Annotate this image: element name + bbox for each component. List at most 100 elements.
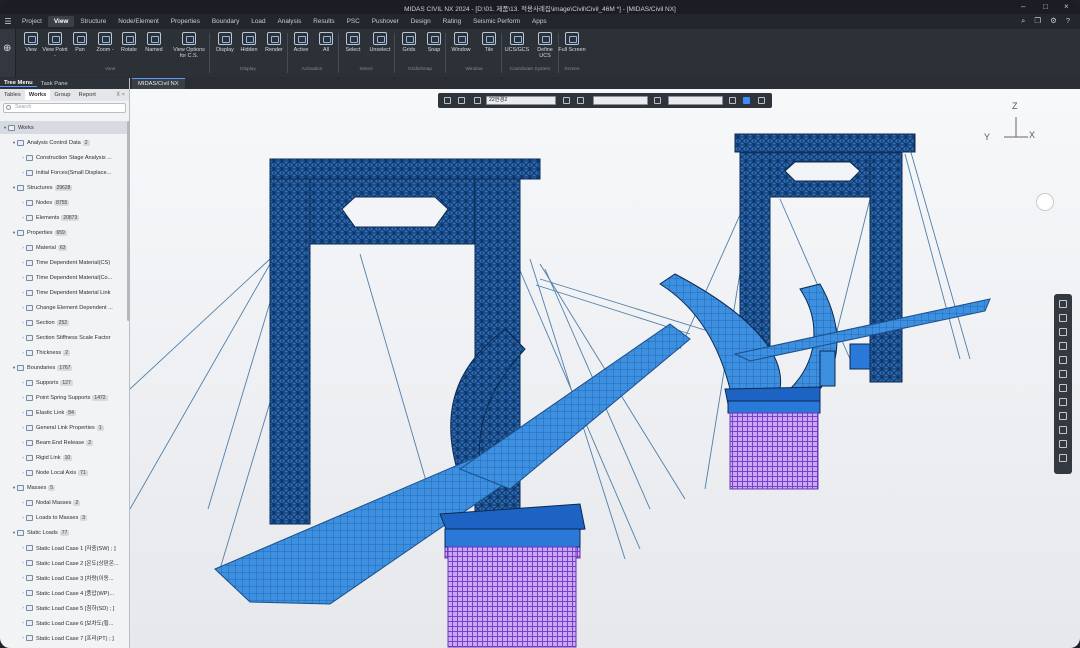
tab-task-pane[interactable]: Task Pane <box>37 81 72 87</box>
tree-item[interactable]: ▾ Properties 659 <box>0 226 129 239</box>
tree-item[interactable]: › Section 252 <box>0 316 129 329</box>
render-button[interactable]: Render <box>260 32 288 53</box>
tree-item[interactable]: › Supports 127 <box>0 376 129 389</box>
sort-icon[interactable] <box>654 97 661 104</box>
menu-pushover[interactable]: Pushover <box>366 16 405 27</box>
settings-icon[interactable]: ⚙ <box>1050 16 1057 26</box>
tab-works[interactable]: Works <box>24 90 51 100</box>
tab-tables[interactable]: Tables <box>0 90 25 100</box>
ucs-gcs-button[interactable]: UCS/GCS <box>503 32 531 53</box>
rotate-button[interactable]: Rotate <box>115 32 143 53</box>
quick-access-button[interactable]: ⊕ <box>0 29 16 77</box>
tree-item[interactable]: ▾ Works <box>0 121 129 134</box>
define-ucs-button[interactable]: Define UCS <box>531 32 559 59</box>
tree-item[interactable]: ▾ Masses 5 <box>0 481 129 494</box>
tree-item[interactable]: ▾ Analysis Control Data 2 <box>0 136 129 149</box>
tree-item[interactable]: › Change Element Dependent ... <box>0 301 129 314</box>
menu-view[interactable]: View <box>47 16 75 27</box>
rotate-view-icon[interactable] <box>1059 370 1067 378</box>
pin-icon[interactable]: ⊼ × <box>116 92 125 98</box>
filter-icon[interactable] <box>563 97 570 104</box>
zoom-in-icon[interactable] <box>1059 342 1067 350</box>
menu-analysis[interactable]: Analysis <box>272 16 308 27</box>
tree-item[interactable]: › Elastic Link 84 <box>0 406 129 419</box>
menu-node-element[interactable]: Node/Element <box>112 16 165 27</box>
tree-item[interactable]: › Point Spring Supports 1472 <box>0 391 129 404</box>
view-options-cs-button[interactable]: View Options for C.S. <box>170 32 208 59</box>
active-button[interactable]: Active <box>287 32 315 53</box>
menu-properties[interactable]: Properties <box>165 16 206 27</box>
top-view-icon[interactable] <box>1059 398 1067 406</box>
load-case-select[interactable] <box>593 96 648 105</box>
copy-icon[interactable]: ❐ <box>1034 16 1041 26</box>
all-button[interactable]: All <box>312 32 340 53</box>
list-icon[interactable] <box>577 97 584 104</box>
menu-project[interactable]: Project <box>16 16 48 27</box>
zoom-fit-icon[interactable] <box>1059 356 1067 364</box>
tree-item[interactable]: › Elements 20873 <box>0 211 129 224</box>
zoom-window-icon[interactable] <box>1059 314 1067 322</box>
menu-seismic-perform[interactable]: Seismic Perform <box>467 16 526 27</box>
select-arrow-icon[interactable] <box>1059 300 1067 308</box>
tree-item[interactable]: › Construction Stage Analysis ... <box>0 151 129 164</box>
menu-design[interactable]: Design <box>405 16 437 27</box>
search-icon[interactable]: ⌕ <box>1021 16 1025 26</box>
minimize-icon[interactable]: – <box>1021 2 1025 11</box>
tree-item[interactable]: › Static Load Case 7 [프리(PT) ; ] <box>0 631 129 644</box>
menu-load[interactable]: Load <box>245 16 271 27</box>
window-button[interactable]: Window <box>447 32 475 53</box>
maximize-icon[interactable]: □ <box>1043 2 1048 11</box>
tree-item[interactable]: › Static Load Case 1 [자중(SW) ; ] <box>0 541 129 554</box>
box-view-icon[interactable] <box>1059 454 1067 462</box>
tree-item[interactable]: › Rigid Link 10 <box>0 451 129 464</box>
menu-boundary[interactable]: Boundary <box>206 16 245 27</box>
hidden-button[interactable]: Hidden <box>235 32 263 53</box>
tree-item[interactable]: › Time Dependent Material(CS) <box>0 256 129 269</box>
help-icon[interactable]: ? <box>1066 16 1070 26</box>
view-combo-icon[interactable] <box>474 97 481 104</box>
tree-item[interactable]: › Static Load Case 6 [보차도(횡... <box>0 616 129 629</box>
lock-icon[interactable] <box>743 97 750 104</box>
menu-psc[interactable]: PSC <box>341 16 366 27</box>
redo-icon[interactable] <box>458 97 465 104</box>
menu-structure[interactable]: Structure <box>74 16 112 27</box>
full-screen-button[interactable]: Full Screen <box>558 32 586 53</box>
tree-item[interactable]: › Node Local Axis 71 <box>0 466 129 479</box>
search-input[interactable]: Search <box>3 103 126 113</box>
tab-tree-menu[interactable]: Tree Menu <box>0 80 37 87</box>
select-button[interactable]: Select <box>339 32 367 53</box>
side-view-icon[interactable] <box>1059 426 1067 434</box>
tree-item[interactable]: › Static Load Case 5 [침하(SD) ; ] <box>0 601 129 614</box>
tree-item[interactable]: ▾ Boundaries 1767 <box>0 361 129 374</box>
view-cube-icon[interactable] <box>1036 193 1054 211</box>
tree-item[interactable]: › Nodes 8755 <box>0 196 129 209</box>
tree-item[interactable]: › Initial Forces(Small Displace... <box>0 166 129 179</box>
tree-item[interactable]: › Thickness 2 <box>0 346 129 359</box>
tree-item[interactable]: › Static Load Case 4 [풍압(WP)... <box>0 586 129 599</box>
menu-results[interactable]: Results <box>307 16 340 27</box>
tree-item[interactable]: ▾ Structures 29628 <box>0 181 129 194</box>
tree-item[interactable]: ▾ Static Loads 77 <box>0 526 129 539</box>
layer-icon[interactable] <box>1059 440 1067 448</box>
tree-item[interactable]: › Beam End Release 2 <box>0 436 129 449</box>
menu-rating[interactable]: Rating <box>437 16 467 27</box>
tree-item[interactable]: › Loads to Masses 3 <box>0 511 129 524</box>
grids-button[interactable]: Grids <box>395 32 423 53</box>
pan-button[interactable]: Pan <box>66 32 94 53</box>
hamburger-menu-icon[interactable]: ☰ <box>0 17 16 26</box>
target-icon[interactable] <box>729 97 736 104</box>
tab-group[interactable]: Group <box>50 90 74 100</box>
tree-item[interactable]: › General Link Properties 1 <box>0 421 129 434</box>
tree-item[interactable]: › Section Stiffness Scale Factor <box>0 331 129 344</box>
view-combo-select[interactable]: 22한경2 <box>486 96 556 105</box>
named-button[interactable]: Named <box>140 32 168 53</box>
view-point-button[interactable]: View Point - <box>41 32 69 59</box>
tree-item[interactable]: › Material 63 <box>0 241 129 254</box>
tab-report[interactable]: Report <box>75 90 100 100</box>
tree-item[interactable]: › Time Dependent Material Link <box>0 286 129 299</box>
model-viewport[interactable]: 22한경2 Z Y X <box>130 89 1080 648</box>
tree-item[interactable]: › Static Load Case 3 [차량(이동... <box>0 571 129 584</box>
close-icon[interactable]: × <box>1064 2 1069 11</box>
unselect-button[interactable]: Unselect <box>366 32 394 53</box>
front-view-icon[interactable] <box>1059 412 1067 420</box>
